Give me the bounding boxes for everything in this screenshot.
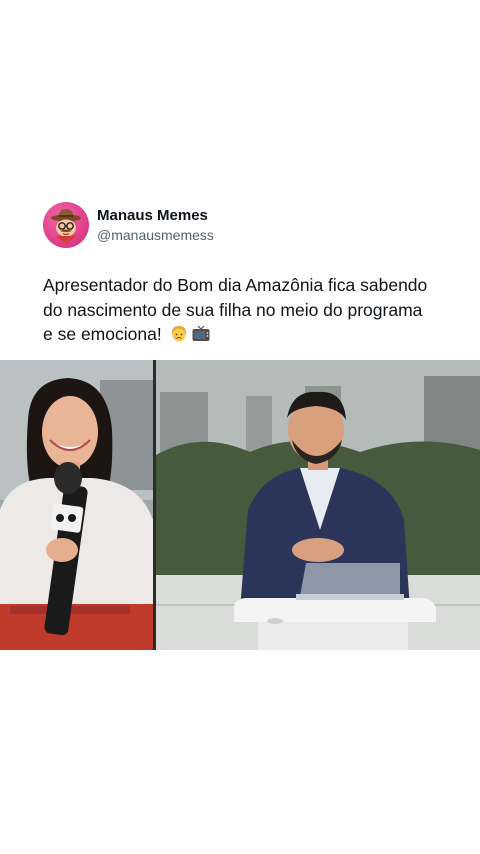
cowboy-character-avatar-icon — [51, 209, 81, 244]
anchor-studio-right-panel-icon — [156, 360, 480, 650]
reporter-left-panel-icon — [0, 360, 153, 650]
tweet-text-line-1: Apresentador do Bom dia Amazônia fica sa… — [43, 275, 428, 295]
author-handle[interactable]: @manausmemess — [97, 226, 214, 244]
tweet-header: Manaus Memes @manausmemess — [0, 200, 480, 256]
page: Manaus Memes @manausmemess Apresentador … — [0, 0, 480, 854]
television-emoji-icon — [191, 324, 211, 344]
tweet-text-line-3: e se emociona! — [43, 322, 453, 347]
author-display-name[interactable]: Manaus Memes — [97, 207, 214, 225]
avatar[interactable] — [43, 202, 89, 248]
tweet-text-line-3-text: e se emociona! — [43, 324, 162, 344]
tweet-card[interactable]: Manaus Memes @manausmemess Apresentador … — [0, 200, 480, 344]
crying-face-emoji-icon — [169, 324, 189, 344]
tweet-video-still[interactable] — [0, 360, 480, 650]
tweet-text: Apresentador do Bom dia Amazônia fica sa… — [43, 273, 453, 347]
tweet-text-line-2: do nascimento de sua filha no meio do pr… — [43, 299, 423, 320]
author-names: Manaus Memes @manausmemess — [97, 207, 214, 244]
